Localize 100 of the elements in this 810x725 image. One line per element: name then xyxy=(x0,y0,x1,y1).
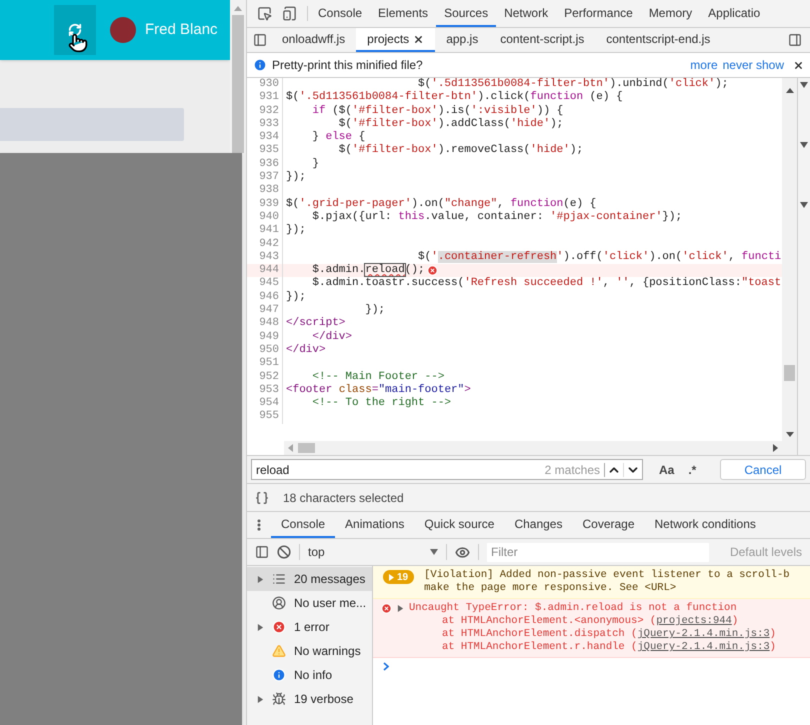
sidebar-label: 20 messages xyxy=(294,571,366,588)
scrollbar[interactable] xyxy=(230,0,246,153)
file-tab-label: contentscript-end.js xyxy=(606,31,710,48)
context-value: top xyxy=(308,544,325,561)
console-sidebar-item[interactable]: 19 verbose xyxy=(247,687,372,711)
file-tab[interactable]: content-script.js xyxy=(489,28,596,52)
panel-tab[interactable]: Memory xyxy=(640,0,700,27)
play-icon xyxy=(389,574,394,580)
scroll-up-icon[interactable] xyxy=(786,88,794,93)
code-line: $('.5d113561b0084-filter-btn').unbind('click'); xyxy=(417,78,728,91)
error-text: Uncaught TypeError: $.admin.reload is not a function xyxy=(409,602,738,615)
drawer-tab[interactable]: Changes xyxy=(504,512,572,538)
info-link[interactable]: never show xyxy=(722,56,784,74)
match-case-button[interactable]: Aa xyxy=(659,460,674,478)
code-line: $('.5d113561b0084-filter-btn').click(function (e) { xyxy=(286,91,623,105)
scroll-down-icon[interactable] xyxy=(786,432,794,437)
stack-frame: at HTMLAnchorElement.dispatch (jQuery-2.1.4.min.js:3) xyxy=(409,628,776,641)
code-line: }); xyxy=(286,224,306,238)
source-link[interactable]: projects:944 xyxy=(656,615,732,627)
eye-icon[interactable] xyxy=(455,544,470,560)
scrollbar-thumb[interactable] xyxy=(232,15,244,153)
code-line: $('.grid-per-pager').on("change", function(e) { xyxy=(286,198,596,211)
expand-arrow-icon xyxy=(257,696,264,702)
code-line: <!-- To the right --> xyxy=(311,397,452,410)
close-icon[interactable] xyxy=(413,34,424,44)
regex-button[interactable]: .* xyxy=(688,460,696,478)
sidebar-toggle-icon[interactable] xyxy=(255,545,269,559)
caret-icon[interactable] xyxy=(800,142,808,148)
panel-tab[interactable]: Network xyxy=(496,0,556,27)
code-line: $.pjax({url: this.value, container: '#pjax-container'}); xyxy=(311,210,682,224)
scrollbar[interactable] xyxy=(782,78,797,455)
expand-arrow-icon xyxy=(397,605,404,612)
close-icon[interactable] xyxy=(793,60,804,70)
console-sidebar-item[interactable]: 20 messages xyxy=(247,567,372,591)
scrollbar-thumb[interactable] xyxy=(784,365,795,381)
drawer-tab[interactable]: Animations xyxy=(335,512,414,538)
panel-tab[interactable]: Console xyxy=(310,0,370,27)
scrollbar-thumb[interactable] xyxy=(298,443,315,453)
context-select[interactable]: top xyxy=(308,543,438,561)
clear-console-icon[interactable] xyxy=(277,545,291,559)
avatar xyxy=(110,17,136,43)
code-line: $('#filter-box').addClass('hide'); xyxy=(338,118,564,131)
status-text: 18 characters selected xyxy=(283,490,404,506)
debugger-toggle-icon[interactable] xyxy=(788,33,802,47)
source-link[interactable]: jQuery-2.1.4.min.js:3 xyxy=(637,628,770,640)
filter-field[interactable]: Filter xyxy=(487,542,709,562)
search-query: reload xyxy=(256,462,290,478)
sidebar-label: No warnings xyxy=(294,643,361,660)
pretty-print-icon[interactable] xyxy=(255,490,269,504)
console-sidebar-item[interactable]: 1 error xyxy=(247,615,372,639)
drawer-tab[interactable]: Network conditions xyxy=(644,512,766,538)
message-count: 19 xyxy=(397,570,408,584)
stack-frame: at HTMLAnchorElement.<anonymous> (projects:944) xyxy=(409,615,776,628)
panel-tab[interactable]: Elements xyxy=(370,0,436,27)
info-icon xyxy=(272,668,286,682)
user-name: Fred Blanc xyxy=(145,20,218,40)
code-line: </script> xyxy=(286,317,346,331)
console-sidebar-item[interactable]: No info xyxy=(247,663,372,687)
stack-frame: at HTMLAnchorElement.r.handle (jQuery-2.1.4.min.js:3) xyxy=(409,641,776,654)
warning-text: [Violation] Added non-passive event listener to a scroll-b xyxy=(424,569,790,582)
code-line: if ($('#filter-box').is(':visible')) { xyxy=(311,104,564,118)
code-line: } else { xyxy=(311,131,366,144)
file-tab[interactable]: projects xyxy=(356,28,436,52)
code-line: } xyxy=(311,158,320,172)
scroll-right-icon[interactable] xyxy=(773,444,778,452)
warning-icon xyxy=(272,644,286,658)
dropdown-caret-icon xyxy=(430,549,438,555)
file-tab[interactable]: contentscript-end.js xyxy=(595,28,722,52)
cancel-button[interactable]: Cancel xyxy=(720,459,806,480)
console-sidebar-item[interactable]: No user me... xyxy=(247,591,372,615)
refresh-icon xyxy=(68,23,82,37)
file-tab[interactable]: onloadwff.js xyxy=(271,28,356,52)
search-field[interactable]: reload 2 matches xyxy=(251,459,643,480)
file-tab-label: content-script.js xyxy=(500,31,584,48)
inspect-icon[interactable] xyxy=(257,6,272,21)
panel-tab[interactable]: Applicatio xyxy=(700,0,768,27)
info-link[interactable]: more xyxy=(690,56,718,74)
code-line: }); xyxy=(286,171,306,184)
code-line: $.admin.toastr.success('Refresh succeeded !', '', {positionClass:"toast xyxy=(311,277,782,291)
source-link[interactable]: jQuery-2.1.4.min.js:3 xyxy=(637,641,770,653)
list-icon xyxy=(272,572,286,586)
code-line: $('.container-refresh').off('click').on('click', functi xyxy=(417,250,782,264)
device-toolbar-icon[interactable] xyxy=(282,6,297,21)
caret-icon[interactable] xyxy=(800,82,808,88)
error-icon xyxy=(272,620,286,634)
error-icon xyxy=(381,603,392,614)
drawer-tab[interactable]: Quick source xyxy=(414,512,504,538)
info-icon xyxy=(253,58,267,72)
panel-tab[interactable]: Performance xyxy=(556,0,641,27)
expand-arrow-icon xyxy=(257,576,264,582)
code-line: </div> xyxy=(311,330,352,344)
code-line: }); xyxy=(286,290,306,304)
caret-icon[interactable] xyxy=(800,202,808,208)
refresh-button[interactable] xyxy=(54,5,96,55)
navigator-toggle-icon[interactable] xyxy=(253,33,267,47)
warning-text: make the page more responsive. See <URL> xyxy=(424,582,678,595)
prompt-icon[interactable] xyxy=(383,662,389,671)
console-sidebar-item[interactable]: No warnings xyxy=(247,639,372,663)
drawer-tab[interactable]: Coverage xyxy=(572,512,645,538)
file-tab[interactable]: app.js xyxy=(435,28,490,52)
